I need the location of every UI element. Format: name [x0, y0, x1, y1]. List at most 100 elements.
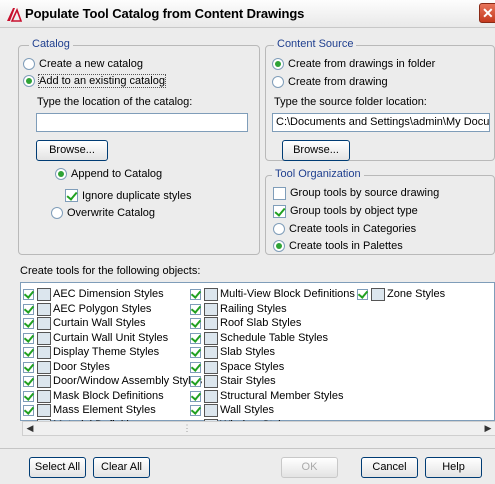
- scroll-right-icon[interactable]: ▶: [481, 422, 495, 435]
- title-bar: Populate Tool Catalog from Content Drawi…: [0, 0, 495, 28]
- group-by-drawing-label[interactable]: Group tools by source drawing: [290, 187, 439, 199]
- list-item-checkbox[interactable]: [23, 376, 34, 387]
- add-existing-catalog-label[interactable]: Add to an existing catalog: [38, 74, 166, 88]
- ok-button[interactable]: OK: [281, 457, 338, 478]
- select-all-button[interactable]: Select All: [29, 457, 86, 478]
- list-item-checkbox[interactable]: [23, 390, 34, 402]
- objects-list-label: Create tools for the following objects:: [20, 265, 201, 277]
- list-item-checkbox[interactable]: [23, 303, 34, 315]
- ignore-duplicates-label[interactable]: Ignore duplicate styles: [82, 190, 191, 202]
- list-item-label: Zone Styles: [387, 288, 446, 300]
- in-palettes-radio[interactable]: [273, 240, 285, 252]
- list-item-checkbox[interactable]: [23, 318, 34, 329]
- list-item-checkbox[interactable]: [357, 289, 368, 300]
- list-item-label: Wall Styles: [220, 404, 274, 416]
- source-folder-label: Type the source folder location:: [274, 96, 427, 108]
- list-item-label: Roof Slab Styles: [220, 317, 302, 329]
- from-drawing-radio[interactable]: [272, 76, 284, 88]
- ignore-duplicates-checkbox[interactable]: [65, 189, 78, 202]
- tool-organization-legend: Tool Organization: [272, 168, 364, 180]
- list-item-checkbox[interactable]: [190, 390, 201, 402]
- from-folder-radio[interactable]: [272, 58, 284, 70]
- list-item-label: Multi-View Block Definitions: [220, 288, 355, 300]
- style-icon: [37, 331, 51, 345]
- from-drawing-label[interactable]: Create from drawing: [288, 76, 388, 88]
- list-item-label: AEC Polygon Styles: [53, 302, 152, 315]
- style-icon: [204, 288, 218, 301]
- style-icon: [204, 360, 218, 374]
- horizontal-scrollbar[interactable]: ◀ ⋮ ▶: [22, 421, 495, 436]
- close-icon: ✕: [482, 5, 494, 21]
- list-item-checkbox[interactable]: [23, 347, 34, 358]
- list-item-label: Curtain Wall Unit Styles: [53, 331, 169, 344]
- style-icon: [204, 317, 218, 330]
- list-item-label: Slab Styles: [220, 346, 276, 358]
- cancel-button[interactable]: Cancel: [361, 457, 418, 478]
- objects-list: AEC Dimension Styles AEC Polygon Styles Cu…: [23, 288, 493, 432]
- list-item-label: Door Styles: [53, 360, 110, 373]
- in-categories-label[interactable]: Create tools in Categories: [289, 223, 416, 235]
- list-item-checkbox[interactable]: [190, 303, 201, 315]
- list-item-label: Space Styles: [220, 360, 285, 373]
- style-icon: [204, 331, 218, 345]
- in-categories-radio[interactable]: [273, 223, 285, 235]
- overwrite-catalog-radio[interactable]: [51, 207, 63, 219]
- in-palettes-label[interactable]: Create tools in Palettes: [289, 240, 403, 252]
- style-icon: [204, 302, 218, 316]
- list-item-checkbox[interactable]: [23, 289, 34, 300]
- from-folder-label[interactable]: Create from drawings in folder: [288, 58, 435, 70]
- append-catalog-radio[interactable]: [55, 168, 67, 180]
- group-by-type-label[interactable]: Group tools by object type: [290, 205, 418, 217]
- scroll-grip-icon[interactable]: ⋮: [180, 422, 194, 435]
- content-source-legend: Content Source: [274, 38, 357, 50]
- append-catalog-label[interactable]: Append to Catalog: [71, 168, 162, 180]
- list-item-checkbox[interactable]: [190, 376, 201, 387]
- style-icon: [371, 288, 385, 301]
- style-icon: [37, 389, 51, 403]
- scroll-left-icon[interactable]: ◀: [23, 422, 37, 435]
- list-item-checkbox[interactable]: [23, 405, 34, 416]
- style-icon: [37, 346, 51, 359]
- list-item-label: Stair Styles: [220, 375, 276, 387]
- list-item-label: Door/Window Assembly Styles: [53, 375, 203, 387]
- list-item-label: AEC Dimension Styles: [53, 288, 164, 300]
- list-item-label: Structural Member Styles: [220, 389, 344, 402]
- list-item-checkbox[interactable]: [190, 289, 201, 300]
- style-icon: [37, 317, 51, 330]
- group-by-type-checkbox[interactable]: [273, 205, 286, 218]
- help-button[interactable]: Help: [425, 457, 482, 478]
- clear-all-button[interactable]: Clear All: [93, 457, 150, 478]
- catalog-browse-button[interactable]: Browse...: [36, 140, 108, 161]
- list-item-label: Schedule Table Styles: [220, 331, 329, 344]
- list-item-checkbox[interactable]: [190, 405, 201, 416]
- catalog-legend: Catalog: [29, 38, 73, 50]
- button-separator: [0, 448, 495, 449]
- list-item-checkbox[interactable]: [190, 332, 201, 344]
- style-icon: [204, 375, 218, 388]
- autocad-logo-icon: [7, 7, 22, 22]
- overwrite-catalog-label[interactable]: Overwrite Catalog: [67, 207, 155, 219]
- list-item-checkbox[interactable]: [190, 347, 201, 358]
- style-icon: [37, 360, 51, 374]
- catalog-location-input[interactable]: [36, 113, 248, 132]
- group-by-drawing-checkbox[interactable]: [273, 187, 286, 200]
- list-item-label: Mask Block Definitions: [53, 389, 164, 402]
- list-item-checkbox[interactable]: [23, 332, 34, 344]
- close-button[interactable]: ✕: [479, 3, 495, 23]
- catalog-location-label: Type the location of the catalog:: [37, 96, 193, 108]
- list-item-checkbox[interactable]: [190, 361, 201, 373]
- list-item-checkbox[interactable]: [190, 318, 201, 329]
- list-item-label: Display Theme Styles: [53, 346, 160, 358]
- add-existing-catalog-radio[interactable]: [23, 75, 35, 87]
- style-icon: [37, 302, 51, 316]
- list-item-checkbox[interactable]: [23, 361, 34, 373]
- source-browse-button[interactable]: Browse...: [282, 140, 350, 161]
- style-icon: [204, 389, 218, 403]
- list-item-label: Mass Element Styles: [53, 404, 156, 416]
- source-folder-input[interactable]: C:\Documents and Settings\admin\My Docum…: [272, 113, 490, 132]
- create-new-catalog-label[interactable]: Create a new catalog: [39, 58, 143, 70]
- style-icon: [204, 346, 218, 359]
- create-new-catalog-radio[interactable]: [23, 58, 35, 70]
- list-item-label: Curtain Wall Styles: [53, 317, 146, 329]
- style-icon: [204, 404, 218, 417]
